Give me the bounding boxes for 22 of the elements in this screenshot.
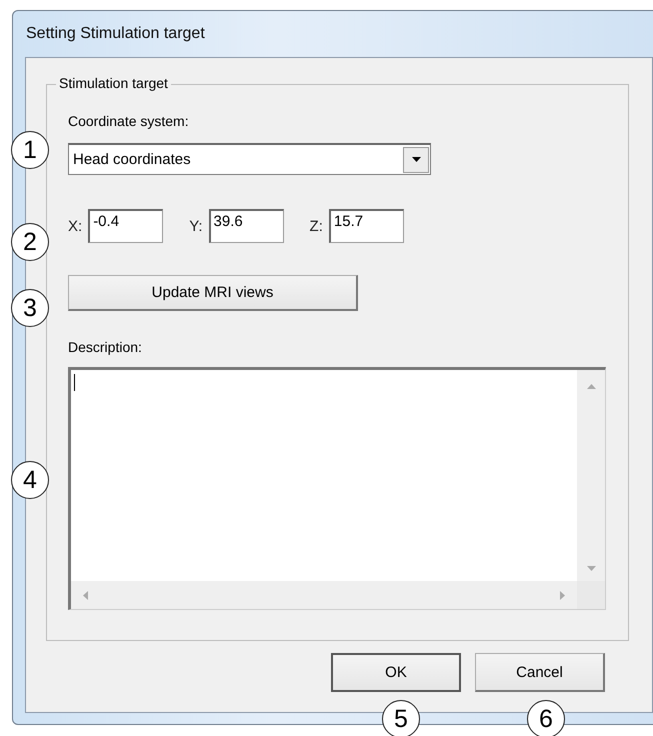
text-cursor <box>74 374 75 391</box>
coordinate-field[interactable]: 15.7 <box>328 209 404 243</box>
window-title: Setting Stimulation target <box>26 25 205 43</box>
description-field[interactable] <box>68 367 606 610</box>
field-label: X: <box>68 218 82 234</box>
scroll-left-icon[interactable] <box>83 590 88 600</box>
coordinate-field[interactable]: 39.6 <box>208 209 284 243</box>
ok-button[interactable]: OK <box>331 653 461 692</box>
scroll-down-icon[interactable] <box>586 566 596 571</box>
coordinate-field[interactable]: -0.4 <box>88 209 164 243</box>
cancel-button[interactable]: Cancel <box>475 653 605 692</box>
vertical-scrollbar[interactable] <box>577 370 605 581</box>
scroll-up-icon[interactable] <box>586 384 596 389</box>
group-label: Stimulation target <box>56 75 171 91</box>
horizontal-scrollbar[interactable] <box>71 581 577 609</box>
coordinate-system-dropdown[interactable]: Head coordinates <box>68 143 431 175</box>
field-label: Description: <box>68 339 143 357</box>
field-label: Y: <box>189 218 203 234</box>
field-label: Z: <box>310 218 323 234</box>
field-label: Coordinate system: <box>68 113 190 131</box>
scroll-right-icon[interactable] <box>560 590 565 600</box>
update-button[interactable]: Update MRI views <box>68 275 358 311</box>
